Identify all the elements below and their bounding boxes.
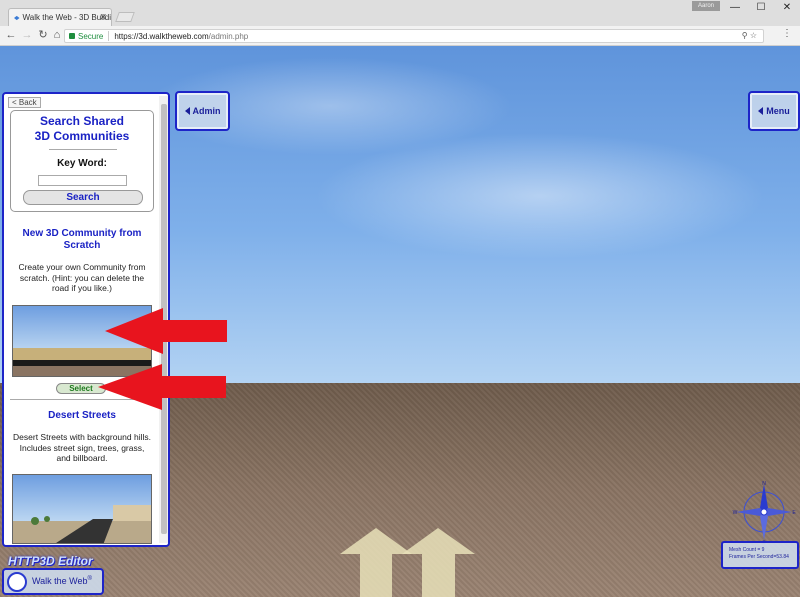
- community-description: Desert Streets with background hills. In…: [13, 432, 151, 463]
- red-arrow-icon: [98, 364, 226, 410]
- walk-the-web-label: Walk the Web: [32, 576, 88, 586]
- community-preview-image[interactable]: [12, 474, 152, 544]
- keyword-input[interactable]: [38, 175, 127, 186]
- registered-mark: ®: [87, 576, 92, 582]
- caret-left-icon: [758, 107, 764, 115]
- reload-icon[interactable]: ↻: [36, 28, 50, 42]
- bookmark-star-icon[interactable]: ☆: [750, 31, 757, 40]
- compass-east: E: [792, 510, 796, 516]
- compass-north: N: [762, 481, 766, 487]
- editor-label: HTTP3D Editor: [8, 554, 93, 568]
- browser-toolbar: ← → ↻ ⌂ Secure https://3d.walktheweb.com…: [0, 26, 800, 46]
- search-button[interactable]: Search: [23, 190, 143, 205]
- community-title: Desert Streets: [48, 410, 116, 421]
- tab-title: Walk the Web - 3D Buildi: [22, 13, 111, 22]
- address-bar[interactable]: Secure https://3d.walktheweb.com/admin.p…: [64, 29, 764, 43]
- browser-tab[interactable]: Walk the Web - 3D Buildi ✕: [8, 8, 112, 26]
- search-title: Search Shared 3D Communities: [34, 114, 130, 143]
- mesh-count: Mesh Count = 9: [729, 547, 765, 553]
- keyword-label: Key Word:: [57, 158, 107, 169]
- community-description: Create your own Community from scratch. …: [18, 262, 146, 293]
- compass-icon[interactable]: N S E W: [732, 480, 796, 544]
- frames-per-second: Frames Per Second=53.84: [729, 554, 789, 560]
- close-window-button[interactable]: ✕: [774, 0, 800, 16]
- lock-icon: [69, 33, 75, 39]
- caret-left-icon: [184, 107, 190, 115]
- menu-label: Menu: [766, 106, 790, 116]
- home-icon[interactable]: ⌂: [50, 28, 64, 42]
- red-arrow-icon: [105, 308, 227, 354]
- admin-button[interactable]: Admin: [175, 91, 230, 131]
- url-host: https://3d.walktheweb.com: [114, 31, 209, 41]
- extension-icon[interactable]: ⚲: [742, 31, 748, 40]
- compass-west: W: [733, 510, 738, 516]
- back-button[interactable]: < Back: [8, 97, 41, 108]
- walk-the-web-button[interactable]: Walk the Web®: [2, 568, 104, 595]
- secure-label: Secure: [78, 31, 104, 41]
- menu-button[interactable]: Menu: [748, 91, 800, 131]
- stats-panel: Mesh Count = 9 Frames Per Second=53.84: [721, 541, 799, 569]
- tab-close-icon[interactable]: ✕: [99, 12, 107, 23]
- url-path: /admin.php: [208, 31, 249, 41]
- move-forward-arrows[interactable]: [340, 528, 475, 597]
- http3d-logo-icon: [7, 572, 27, 592]
- community-title: New 3D Community from Scratch: [22, 228, 142, 251]
- site-favicon-icon: [14, 15, 20, 20]
- minimize-button[interactable]: —: [722, 0, 748, 16]
- forward-arrow-icon[interactable]: →: [20, 28, 34, 42]
- search-communities-box: Search Shared 3D Communities Key Word: S…: [10, 110, 154, 212]
- browser-menu-icon[interactable]: ⋮: [782, 28, 792, 39]
- admin-label: Admin: [192, 106, 221, 116]
- divider: [49, 149, 117, 150]
- new-tab-button[interactable]: [115, 12, 135, 22]
- browser-titlebar: Walk the Web - 3D Buildi ✕ Aaron — ☐ ✕: [0, 0, 800, 26]
- maximize-button[interactable]: ☐: [748, 0, 774, 16]
- back-arrow-icon[interactable]: ←: [4, 28, 18, 42]
- profile-badge[interactable]: Aaron: [692, 1, 720, 11]
